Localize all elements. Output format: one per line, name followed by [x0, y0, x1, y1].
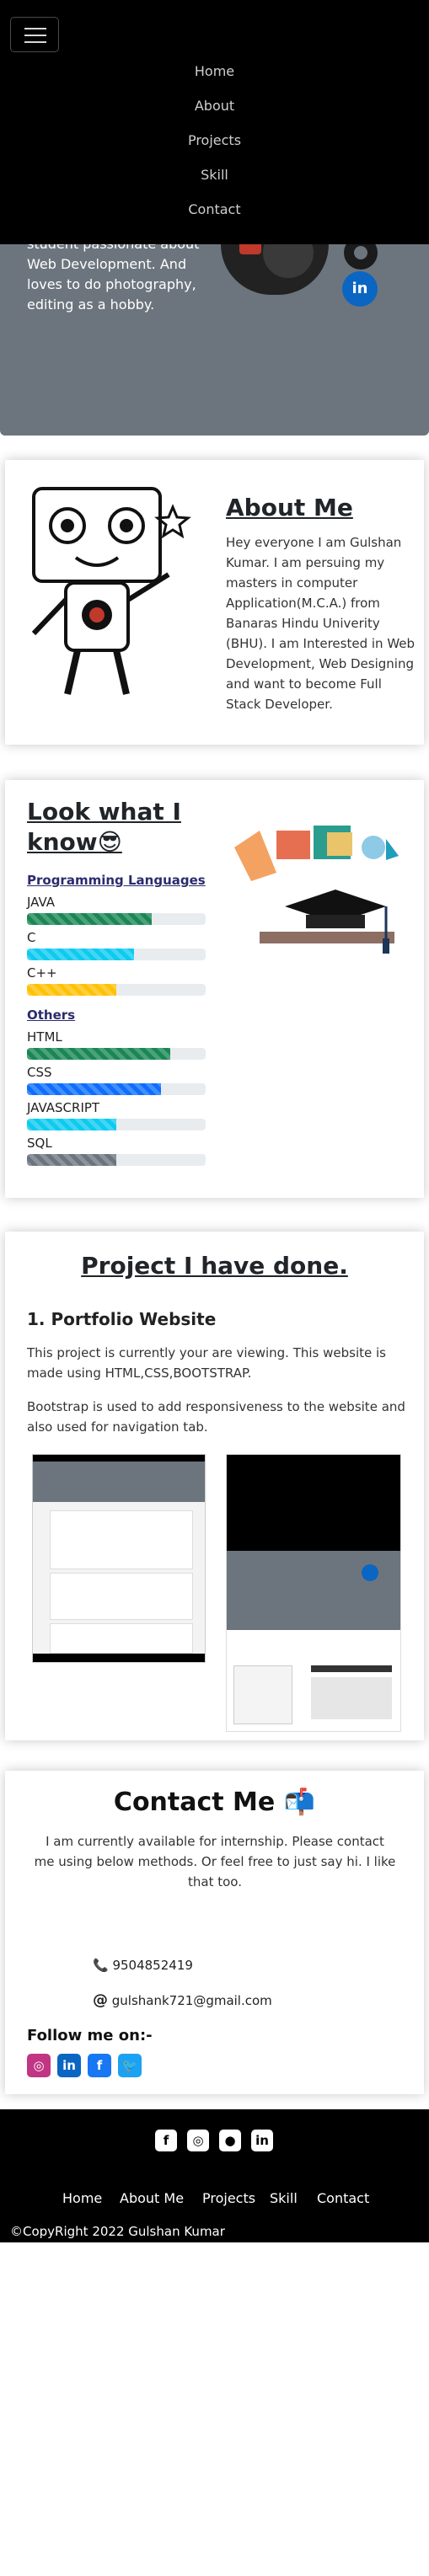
- follow-heading: Follow me on:-: [27, 2027, 153, 2044]
- skill-fill-cpp: [27, 984, 116, 996]
- nav-item-about[interactable]: About: [0, 88, 429, 123]
- skills-section: Look what I know😎 Programming Languages …: [5, 780, 424, 1198]
- project-screenshot-mobile[interactable]: [226, 1454, 401, 1732]
- skills-title: Look what I know😎: [27, 798, 181, 856]
- skill-label-cpp: C++: [27, 965, 57, 981]
- skill-label-css: CSS: [27, 1065, 52, 1080]
- skill-label-javascript: JAVASCRIPT: [27, 1100, 100, 1115]
- contact-title: Contact Me 📬: [113, 1788, 316, 1817]
- skill-fill-c: [27, 949, 135, 960]
- nav-item-home[interactable]: Home: [0, 54, 429, 88]
- skill-fill-html: [27, 1048, 170, 1060]
- skill-bar-javascript: [27, 1119, 206, 1130]
- about-text: Hey everyone I am Gulshan Kumar. I am pe…: [226, 535, 416, 712]
- email-address[interactable]: gulshank721@gmail.com: [112, 1993, 272, 2008]
- skill-label-sql: SQL: [27, 1136, 52, 1151]
- instagram-icon[interactable]: ◎: [187, 2130, 209, 2151]
- contact-section: Contact Me 📬 I am currently available fo…: [5, 1771, 424, 2094]
- nav-item-projects[interactable]: Projects: [0, 123, 429, 158]
- github-icon[interactable]: ●: [219, 2130, 241, 2151]
- programming-heading: Programming Languages: [27, 873, 206, 888]
- about-section: About Me Hey everyone I am Gulshan Kumar…: [5, 460, 424, 745]
- footer-link-skill[interactable]: Skill: [270, 2190, 298, 2206]
- project-name: 1. Portfolio Website: [27, 1309, 217, 1329]
- email-row: @ gulshank721@gmail.com: [93, 1991, 272, 2009]
- nav-item-contact[interactable]: Contact: [0, 192, 429, 227]
- twitter-icon[interactable]: 🐦: [118, 2054, 142, 2077]
- facebook-icon[interactable]: f: [155, 2130, 177, 2151]
- skill-bar-c: [27, 949, 206, 960]
- phone-icon: 📞: [93, 1958, 109, 1973]
- projects-title: Project I have done.: [81, 1252, 348, 1280]
- hamburger-icon[interactable]: [10, 17, 59, 52]
- project-description: This project is currently your are viewi…: [27, 1345, 386, 1381]
- skill-bar-html: [27, 1048, 206, 1060]
- project-screenshot-desktop[interactable]: [32, 1454, 206, 1663]
- robot-illustration: [31, 487, 191, 695]
- skill-fill-css: [27, 1083, 161, 1095]
- skill-label-c: C: [27, 930, 36, 945]
- instagram-icon[interactable]: ◎: [27, 2054, 51, 2077]
- skill-bar-css: [27, 1083, 206, 1095]
- project-bootstrap-note: Bootstrap is used to add responsiveness …: [27, 1399, 405, 1435]
- footer: f ◎ ● in Home About Me Projects Skill Co…: [0, 2109, 429, 2242]
- projects-section: Project I have done. 1. Portfolio Websit…: [5, 1232, 424, 1740]
- footer-link-projects[interactable]: Projects: [202, 2190, 255, 2206]
- linkedin-icon[interactable]: in: [342, 271, 378, 307]
- nav-item-skill[interactable]: Skill: [0, 158, 429, 192]
- contact-text: I am currently available for internship.…: [34, 1834, 396, 1889]
- footer-link-about[interactable]: About Me: [120, 2190, 184, 2206]
- footer-link-contact[interactable]: Contact: [317, 2190, 369, 2206]
- footer-link-home[interactable]: Home: [62, 2190, 102, 2206]
- skill-bar-java: [27, 913, 206, 925]
- nav-menu: Home About Projects Skill Contact: [0, 54, 429, 227]
- navbar-dropdown: Home About Projects Skill Contact: [0, 0, 429, 244]
- facebook-icon[interactable]: f: [88, 2054, 111, 2077]
- phone-row: 📞 9504852419: [93, 1958, 193, 1973]
- skill-fill-javascript: [27, 1119, 116, 1130]
- skill-fill-sql: [27, 1154, 116, 1166]
- linkedin-icon[interactable]: in: [251, 2130, 273, 2151]
- phone-number[interactable]: 9504852419: [112, 1958, 192, 1973]
- about-title: About Me: [226, 494, 353, 521]
- linkedin-icon[interactable]: in: [57, 2054, 81, 2077]
- education-illustration: [234, 826, 399, 954]
- email-icon: @: [93, 1991, 108, 2009]
- skill-bar-cpp: [27, 984, 206, 996]
- skill-bar-sql: [27, 1154, 206, 1166]
- skill-fill-java: [27, 913, 153, 925]
- skill-label-html: HTML: [27, 1029, 62, 1045]
- others-heading: Others: [27, 1007, 76, 1023]
- hero-intro-text: student passionate about Web Development…: [27, 236, 199, 313]
- skill-label-java: JAVA: [27, 895, 56, 910]
- copyright: ©CopyRight 2022 Gulshan Kumar: [10, 2224, 225, 2239]
